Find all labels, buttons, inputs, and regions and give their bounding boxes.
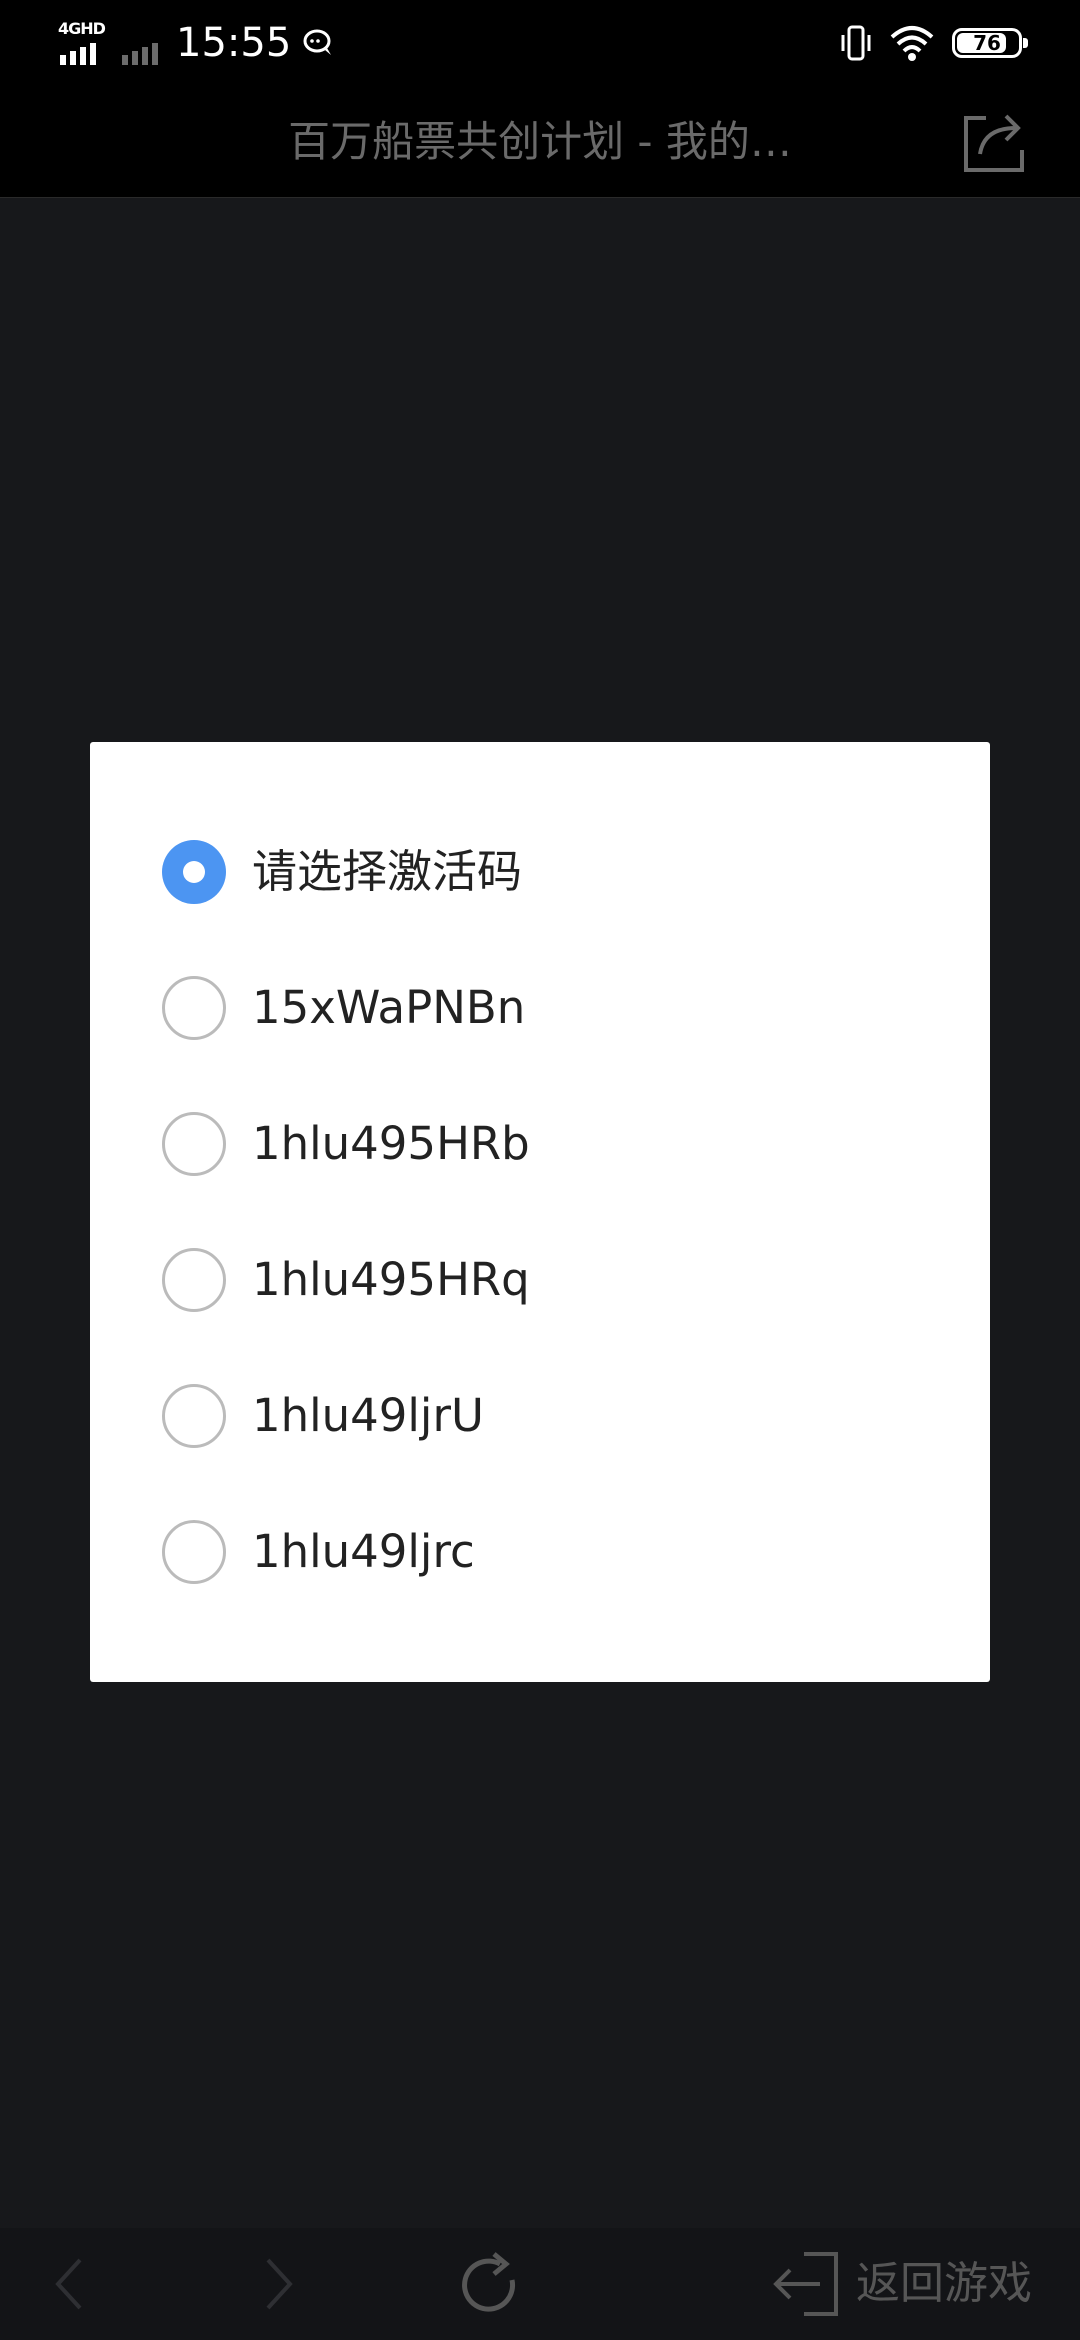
option-code[interactable]: 1hlu495HRb	[162, 1108, 922, 1180]
radio-button[interactable]	[162, 1520, 226, 1584]
exit-icon	[773, 2252, 838, 2316]
radio-button[interactable]	[162, 1384, 226, 1448]
option-code[interactable]: 1hlu49ljrc	[162, 1516, 922, 1588]
option-label: 1hlu495HRb	[252, 1117, 530, 1170]
cellular-signal-icon: 4GHD	[58, 21, 108, 65]
wifi-icon	[890, 26, 934, 61]
option-label: 1hlu495HRq	[252, 1253, 530, 1306]
page-title: 百万船票共创计划 - 我的…	[288, 117, 792, 166]
radio-button[interactable]	[162, 1248, 226, 1312]
status-bar: 4GHD 15:55 76	[0, 0, 1080, 86]
option-label: 1hlu49ljrc	[252, 1525, 475, 1578]
network-type-label: 4GHD	[58, 19, 106, 38]
return-to-game-button[interactable]: 返回游戏	[770, 2248, 1032, 2320]
chevron-right-icon[interactable]	[244, 2252, 308, 2316]
vibrate-icon	[841, 25, 871, 61]
option-placeholder-selected[interactable]: 请选择激活码	[162, 836, 922, 908]
battery-level: 76	[973, 31, 1001, 55]
option-code[interactable]: 15xWaPNBn	[162, 972, 922, 1044]
return-to-game-label: 返回游戏	[856, 2258, 1032, 2309]
radio-button[interactable]	[162, 976, 226, 1040]
radio-button[interactable]	[162, 840, 226, 904]
option-label: 1hlu49ljrU	[252, 1389, 484, 1442]
activation-code-dialog: 请选择激活码 15xWaPNBn 1hlu495HRb 1hlu495HRq 1…	[90, 742, 990, 1682]
chevron-left-icon[interactable]	[40, 2252, 104, 2316]
status-time: 15:55	[176, 20, 292, 66]
message-notification-icon	[303, 29, 332, 55]
bottom-navigation-bar: 返回游戏	[0, 2228, 1080, 2340]
share-icon[interactable]	[956, 104, 1032, 180]
title-bar: 百万船票共创计划 - 我的…	[0, 86, 1080, 198]
radio-button[interactable]	[162, 1112, 226, 1176]
secondary-signal-icon	[120, 21, 164, 65]
option-label: 15xWaPNBn	[252, 981, 526, 1034]
option-label: 请选择激活码	[252, 845, 523, 898]
option-code[interactable]: 1hlu495HRq	[162, 1244, 922, 1316]
option-code[interactable]: 1hlu49ljrU	[162, 1380, 922, 1452]
battery-icon: 76	[952, 28, 1028, 58]
refresh-icon[interactable]	[454, 2250, 524, 2320]
